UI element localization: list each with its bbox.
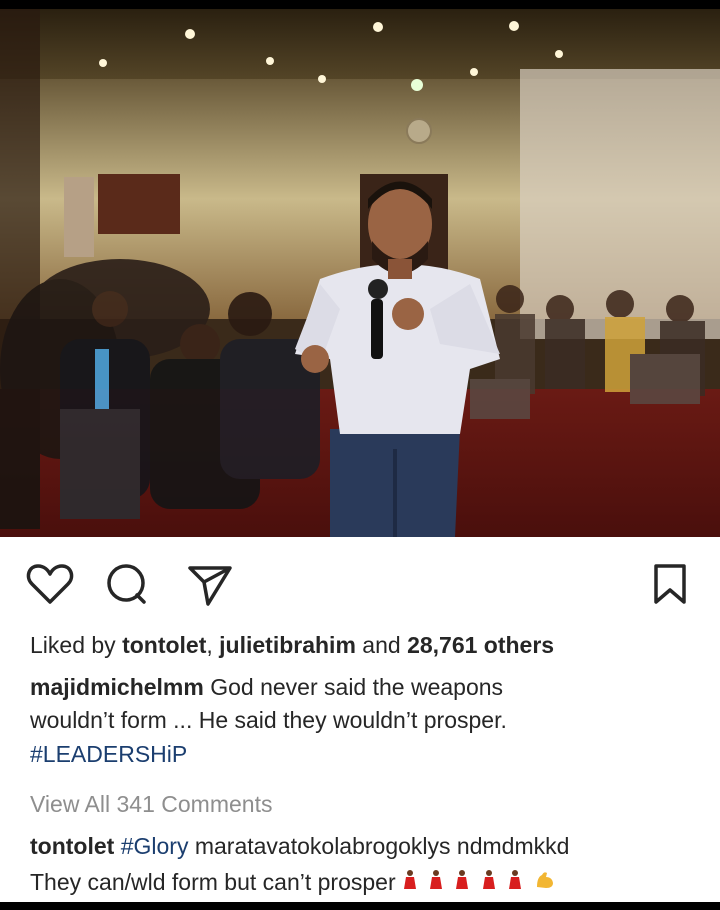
woman-in-red-dress-icon	[428, 869, 444, 901]
comment-username[interactable]: tontolet	[30, 833, 114, 859]
post-action-bar	[0, 537, 720, 627]
caption: majidmichelmm God never said the weapons	[30, 671, 700, 703]
bookmark-icon[interactable]	[644, 558, 696, 610]
caption-username[interactable]: majidmichelmm	[30, 674, 204, 700]
woman-in-red-dress-icon	[481, 869, 497, 901]
woman-in-red-dress-icon	[507, 869, 523, 901]
woman-in-red-dress-icon	[402, 869, 418, 901]
comment-icon[interactable]	[100, 558, 152, 610]
comment-text: maratavatokolabrogoklys ndmdmkkd	[188, 833, 570, 859]
comment-hashtag[interactable]: #Glory	[121, 833, 189, 859]
caption-text: God never said the weapons	[203, 674, 504, 700]
caption-text: wouldn’t form ... He said they wouldn’t …	[30, 707, 507, 733]
comment-text: They can/wld form but can’t prosper	[30, 869, 396, 895]
top-black-bar	[0, 0, 720, 9]
likes-middle: and	[355, 632, 408, 658]
comment-continued: They can/wld form but can’t prosper	[30, 866, 700, 901]
heart-icon[interactable]	[24, 558, 76, 610]
caption-continued: wouldn’t form ... He said they wouldn’t …	[30, 704, 700, 736]
liker-username[interactable]: julietibrahim	[219, 632, 356, 658]
bottom-black-bar	[0, 902, 720, 910]
woman-in-red-dress-icon	[454, 869, 470, 901]
share-icon[interactable]	[184, 558, 236, 610]
caption-hashtag-line: #LEADERSHiP	[30, 738, 700, 770]
likes-summary: Liked by tontolet, julietibrahim and 28,…	[30, 629, 700, 661]
flexed-biceps-icon	[534, 869, 556, 901]
comment-emoji-row	[402, 867, 560, 901]
comment: tontolet #Glory maratavatokolabrogoklys …	[30, 830, 700, 862]
caption-hashtag[interactable]: #LEADERSHiP	[30, 741, 187, 767]
likes-separator: ,	[206, 632, 220, 658]
post-photo[interactable]	[0, 9, 720, 537]
speaker-photo-illustration	[0, 9, 720, 537]
likes-prefix: Liked by	[30, 632, 123, 658]
likes-count[interactable]: 28,761 others	[407, 632, 554, 658]
liker-username[interactable]: tontolet	[122, 632, 206, 658]
view-all-comments-link[interactable]: View All 341 Comments	[30, 788, 700, 820]
instagram-post: Liked by tontolet, julietibrahim and 28,…	[0, 0, 720, 910]
